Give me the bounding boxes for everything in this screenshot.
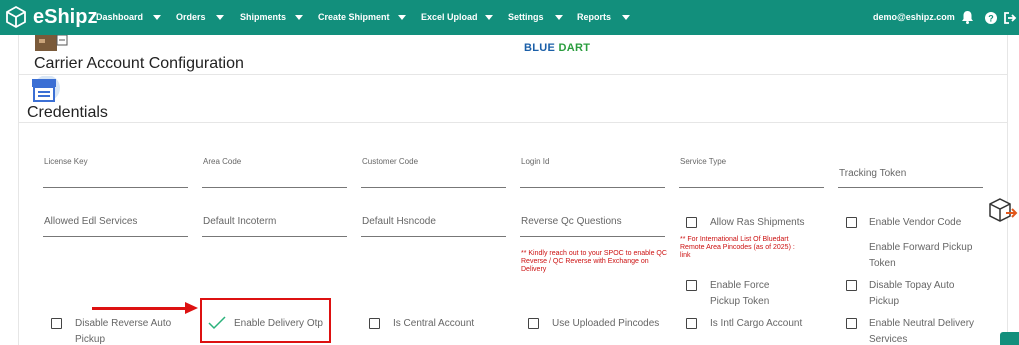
enable-neutral-delivery-services-label: Enable Neutral Delivery Services — [869, 318, 975, 345]
reverse-qc-questions-field[interactable]: Reverse Qc Questions — [521, 216, 622, 227]
chevron-down-icon[interactable] — [622, 15, 630, 20]
is-central-account-label: Is Central Account — [393, 318, 475, 329]
default-incoterm-input[interactable] — [202, 236, 347, 237]
use-uploaded-pincodes-checkbox[interactable] — [528, 318, 539, 329]
nav-dashboard[interactable]: Dashboard — [96, 12, 143, 22]
content-panel — [18, 35, 1008, 345]
logo-text-blue: BLUE — [524, 42, 556, 54]
service-type-input[interactable] — [679, 187, 824, 188]
tracking-token-input[interactable] — [838, 187, 983, 188]
disable-reverse-auto-pickup-label: Disable Reverse Auto Pickup — [75, 318, 172, 345]
area-code-input[interactable] — [202, 187, 347, 188]
bell-icon[interactable] — [961, 10, 974, 29]
shipment-widget-icon[interactable] — [988, 197, 1018, 225]
login-id-input[interactable] — [520, 187, 665, 188]
chat-badge[interactable] — [1000, 332, 1019, 345]
default-hsncode-input[interactable] — [361, 236, 506, 237]
enable-neutral-delivery-services-checkbox[interactable] — [846, 318, 857, 329]
chevron-down-icon[interactable] — [295, 15, 303, 20]
disable-reverse-auto-pickup-checkbox[interactable] — [51, 318, 62, 329]
eshipz-logo-icon[interactable] — [4, 5, 28, 29]
brand-name[interactable]: eShipz — [33, 6, 97, 29]
nav-settings[interactable]: Settings — [508, 12, 544, 22]
bluedart-logo: BLUE DART — [524, 42, 590, 54]
chevron-down-icon[interactable] — [485, 15, 493, 20]
use-uploaded-pincodes-label: Use Uploaded Pincodes — [552, 318, 660, 329]
enable-force-pickup-token-label: Enable Force Pickup Token — [710, 280, 770, 307]
license-key-label: License Key — [44, 157, 88, 166]
ras-pincodes-note[interactable]: ** For International List Of Bluedart Re… — [680, 236, 795, 260]
nav-excel-upload[interactable]: Excel Upload — [421, 12, 478, 22]
login-id-label: Login Id — [521, 157, 550, 166]
is-intl-cargo-account-label: Is Intl Cargo Account — [710, 318, 803, 329]
tracking-token-field[interactable]: Tracking Token — [839, 168, 906, 179]
annotation-arrow — [92, 307, 187, 310]
disable-topay-auto-pickup-label: Disable Topay Auto Pickup — [869, 280, 955, 307]
nav-shipments[interactable]: Shipments — [240, 12, 286, 22]
chevron-down-icon[interactable] — [216, 15, 224, 20]
is-intl-cargo-account-checkbox[interactable] — [686, 318, 697, 329]
reverse-qc-questions-input[interactable] — [520, 236, 665, 237]
nav-create-shipment[interactable]: Create Shipment — [318, 12, 390, 22]
divider — [18, 74, 1008, 75]
user-email[interactable]: demo@eshipz.com — [873, 12, 955, 22]
logout-icon[interactable] — [1004, 11, 1017, 29]
allowed-edl-services-input[interactable] — [43, 236, 188, 237]
allow-ras-shipments-checkbox[interactable] — [686, 217, 697, 228]
default-hsncode-field[interactable]: Default Hsncode — [362, 216, 436, 227]
enable-vendor-code-checkbox[interactable] — [846, 217, 857, 228]
chevron-down-icon[interactable] — [153, 15, 161, 20]
customer-code-input[interactable] — [361, 187, 506, 188]
divider — [18, 122, 1008, 123]
nav-reports[interactable]: Reports — [577, 12, 611, 22]
svg-text:?: ? — [988, 14, 994, 24]
license-key-input[interactable] — [43, 187, 188, 188]
logo-text-dart: DART — [558, 42, 591, 54]
enable-vendor-code-label: Enable Vendor Code — [869, 217, 962, 228]
is-central-account-checkbox[interactable] — [369, 318, 380, 329]
top-navbar: eShipz Dashboard Orders Shipments Create… — [0, 0, 1019, 35]
enable-forward-pickup-token-label[interactable]: Enable Forward Pickup Token — [869, 240, 979, 272]
customer-code-label: Customer Code — [362, 157, 419, 166]
chevron-down-icon[interactable] — [398, 15, 406, 20]
enable-force-pickup-token-checkbox[interactable] — [686, 280, 697, 291]
arrow-head-icon — [185, 302, 198, 314]
allow-ras-shipments-label: Allow Ras Shipments — [710, 217, 805, 228]
nav-orders[interactable]: Orders — [176, 12, 206, 22]
help-icon[interactable]: ? — [985, 11, 997, 29]
chevron-down-icon[interactable] — [555, 15, 563, 20]
reverse-qc-note: ** Kindly reach out to your SPOC to enab… — [521, 250, 667, 273]
service-type-label: Service Type — [680, 157, 727, 166]
default-incoterm-field[interactable]: Default Incoterm — [203, 216, 276, 227]
allowed-edl-services-field[interactable]: Allowed Edl Services — [44, 216, 137, 227]
highlight-box — [200, 298, 331, 343]
credentials-title: Credentials — [27, 104, 108, 121]
area-code-label: Area Code — [203, 157, 242, 166]
carrier-config-title: Carrier Account Configuration — [34, 55, 244, 72]
disable-topay-auto-pickup-checkbox[interactable] — [846, 280, 857, 291]
